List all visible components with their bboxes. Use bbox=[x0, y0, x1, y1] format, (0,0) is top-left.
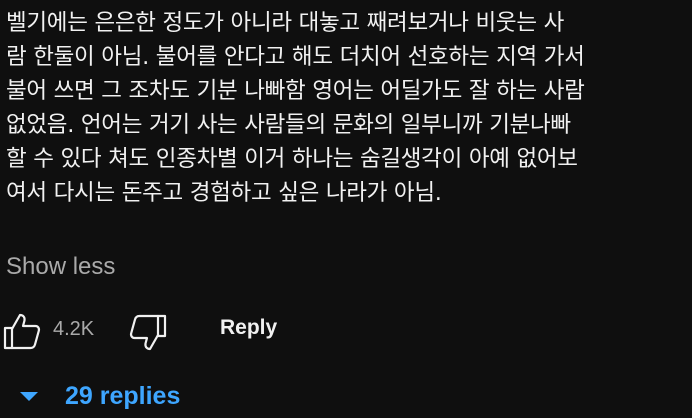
comment-text: 벨기에는 은은한 정도가 아니라 대놓고 째려보거나 비웃는 사 람 한둘이 아… bbox=[6, 6, 690, 210]
comment-line: 벨기에는 은은한 정도가 아니라 대놓고 째려보거나 비웃는 사 bbox=[6, 10, 564, 36]
thumbs-up-icon bbox=[3, 313, 41, 350]
reply-button[interactable]: Reply bbox=[220, 313, 277, 343]
like-count: 4.2K bbox=[53, 318, 95, 340]
comment-line: 없었음. 언어는 거기 사는 사람들의 문화의 일부니까 기분나빠 bbox=[6, 112, 571, 138]
comment-line: 여서 다시는 돈주고 경험하고 싶은 나라가 아님. bbox=[6, 180, 442, 206]
comment-line: 할 수 있다 쳐도 인종차별 이거 하나는 숨길생각이 아예 없어보 bbox=[6, 146, 578, 172]
replies-count-label: 29 replies bbox=[65, 382, 181, 410]
view-replies-button[interactable]: 29 replies bbox=[14, 376, 214, 416]
like-button[interactable] bbox=[2, 311, 42, 351]
thumbs-down-icon bbox=[129, 314, 167, 351]
comment-action-bar: 4.2K Reply bbox=[0, 305, 692, 353]
comment-line: 람 한둘이 아님. 불어를 안다고 해도 더치어 선호하는 지역 가서 bbox=[6, 44, 585, 70]
comment-line: 불어 쓰면 그 조차도 기분 나빠함 영어는 어딜가도 잘 하는 사람 bbox=[6, 78, 585, 104]
dislike-button[interactable] bbox=[128, 313, 168, 353]
caret-down-icon bbox=[20, 392, 38, 401]
show-less-button[interactable]: Show less bbox=[6, 250, 115, 284]
